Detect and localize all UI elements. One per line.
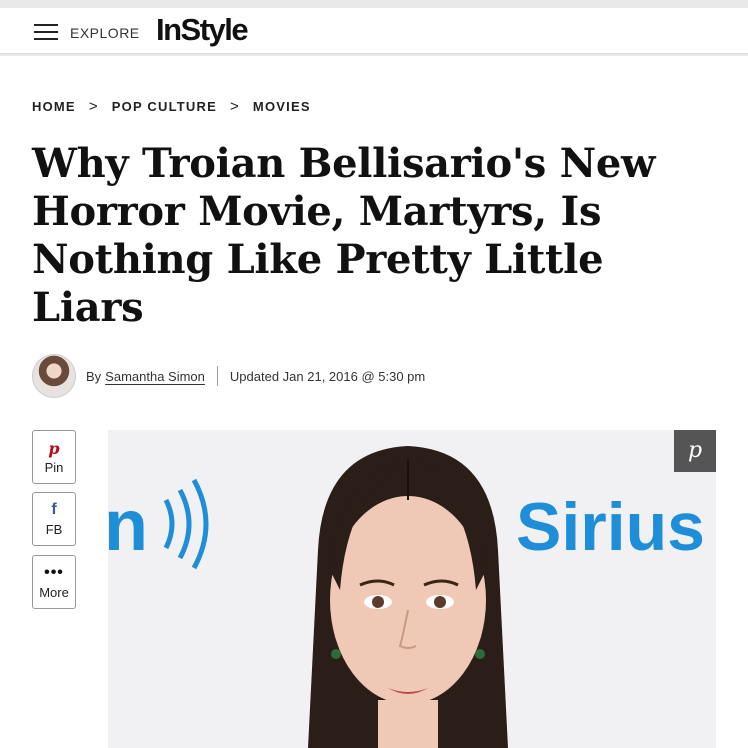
hamburger-menu-icon[interactable] bbox=[34, 24, 58, 41]
updated-date: Updated Jan 21, 2016 @ 5:30 pm bbox=[229, 368, 426, 384]
pin-label: Pin bbox=[44, 460, 64, 475]
article-page: HOME > POP CULTURE > MOVIES Why Troian B… bbox=[0, 56, 748, 748]
byline: By Samantha Simon Updated Jan 21, 2016 @… bbox=[32, 354, 425, 398]
facebook-share-button[interactable]: f FB bbox=[32, 492, 76, 546]
fb-label: FB bbox=[45, 522, 63, 537]
author-link[interactable]: Samantha Simon bbox=[105, 369, 205, 384]
site-logo[interactable]: InStyle bbox=[156, 12, 249, 48]
more-share-button[interactable]: ••• More bbox=[32, 555, 76, 609]
hero-photo-illustration: n Sirius bbox=[108, 446, 705, 748]
more-label: More bbox=[39, 585, 69, 600]
breadcrumb-pop-culture[interactable]: POP CULTURE bbox=[112, 99, 217, 114]
pin-share-button[interactable]: p Pin bbox=[32, 430, 76, 484]
pinterest-icon: p bbox=[48, 439, 60, 458]
breadcrumb: HOME > POP CULTURE > MOVIES bbox=[32, 98, 311, 115]
chevron-right-icon: > bbox=[88, 98, 99, 115]
breadcrumb-home[interactable]: HOME bbox=[32, 99, 76, 114]
hero-image[interactable]: n Sirius p bbox=[108, 430, 716, 748]
more-dots-icon: ••• bbox=[44, 564, 64, 581]
explore-link[interactable]: EXPLORE bbox=[70, 25, 140, 41]
byline-prefix: By bbox=[86, 368, 102, 384]
top-nav-bar: EXPLORE InStyle bbox=[0, 8, 748, 54]
breadcrumb-movies[interactable]: MOVIES bbox=[253, 99, 311, 114]
backdrop-logo-right: Sirius bbox=[516, 489, 705, 565]
backdrop-logo-left: n bbox=[108, 486, 148, 566]
facebook-icon: f bbox=[51, 501, 57, 518]
author-avatar[interactable] bbox=[32, 354, 76, 398]
byline-divider bbox=[216, 366, 218, 386]
article-headline: Why Troian Bellisario's New Horror Movie… bbox=[32, 140, 656, 331]
chevron-right-icon: > bbox=[229, 98, 240, 115]
pin-image-button[interactable]: p bbox=[674, 430, 716, 472]
